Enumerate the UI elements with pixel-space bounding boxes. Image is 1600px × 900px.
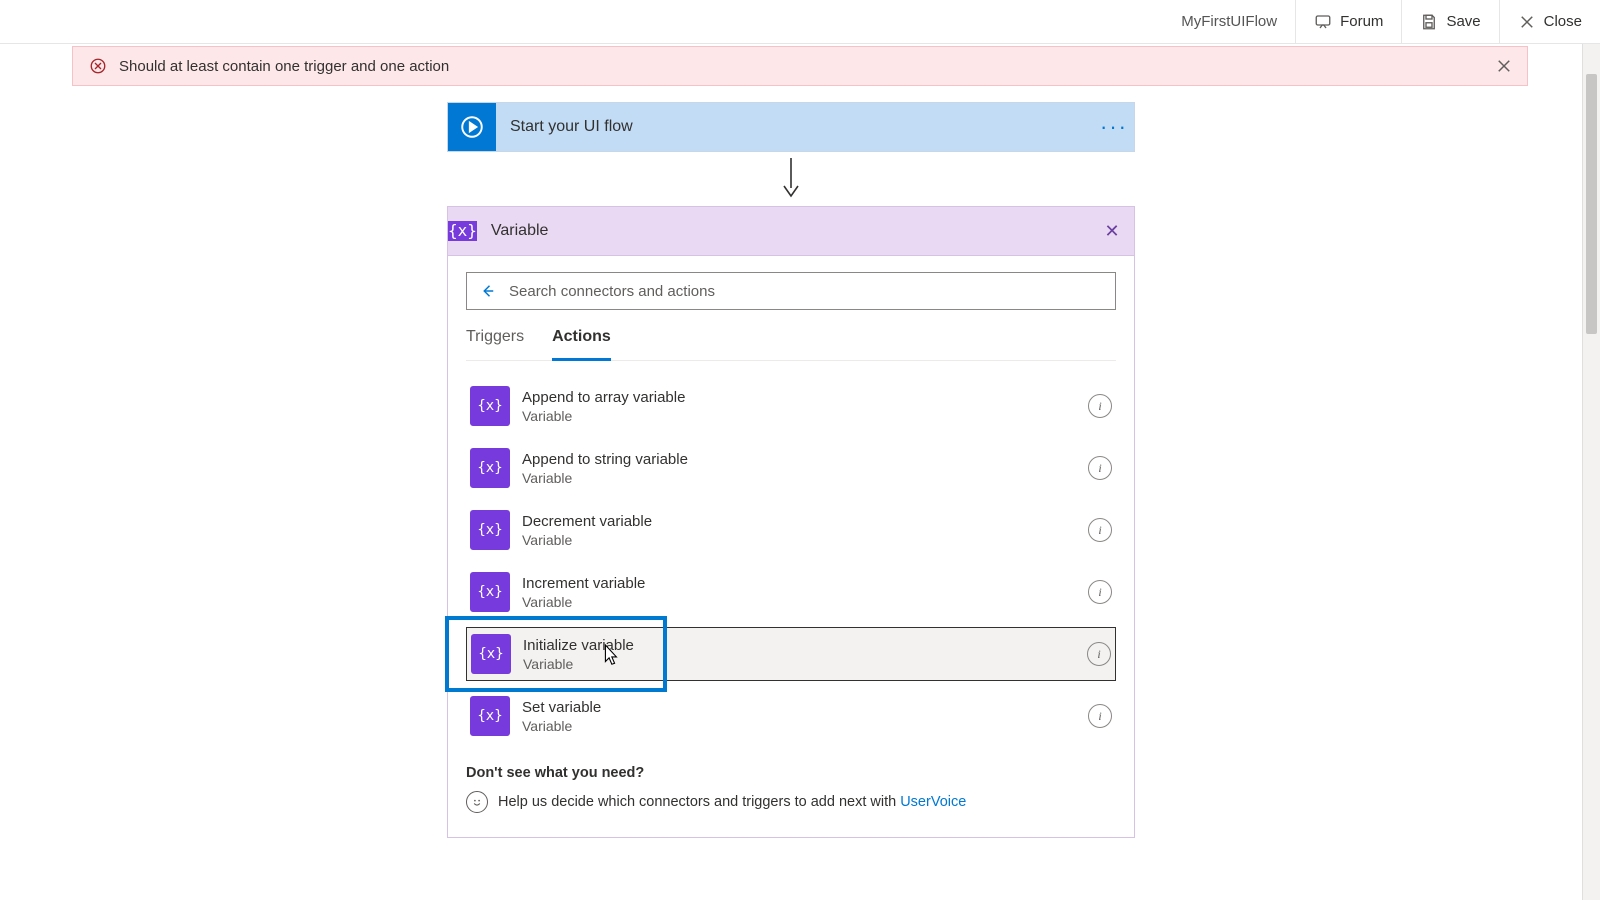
action-append-array[interactable]: {x} Append to array variable Variable i [466,379,1116,433]
trigger-more-button[interactable]: ··· [1094,114,1134,140]
trigger-card[interactable]: Start your UI flow ··· [447,102,1135,152]
top-toolbar: MyFirstUIFlow Forum Save Close [0,0,1600,44]
info-icon[interactable]: i [1088,394,1112,418]
action-title: Set variable [522,699,1088,716]
action-decrement[interactable]: {x} Decrement variable Variable i [466,503,1116,557]
flow-name-label: MyFirstUIFlow [1181,13,1295,30]
close-icon [1518,13,1536,31]
variable-icon: {x} [470,696,510,736]
info-icon[interactable]: i [1088,456,1112,480]
chat-icon [1314,13,1332,31]
play-icon [448,103,496,151]
action-sub: Variable [522,594,1088,610]
variable-panel-title: Variable [477,222,1090,240]
close-button-label: Close [1544,13,1582,30]
info-icon[interactable]: i [1088,704,1112,728]
vertical-scrollbar[interactable] [1582,44,1600,900]
action-set[interactable]: {x} Set variable Variable i [466,689,1116,743]
variable-icon: {x} [470,448,510,488]
action-title: Append to string variable [522,451,1088,468]
validation-banner: Should at least contain one trigger and … [72,46,1528,86]
banner-close-button[interactable] [1495,57,1513,75]
action-sub: Variable [522,718,1088,734]
error-icon [89,57,107,75]
variable-icon: {x} [470,510,510,550]
tab-triggers[interactable]: Triggers [466,328,524,360]
variable-icon: {x} [470,572,510,612]
flow-arrow-connector [447,152,1135,206]
tab-actions[interactable]: Actions [552,328,611,361]
variable-icon: {x} [448,221,477,241]
forum-button-label: Forum [1340,13,1383,30]
action-title: Append to array variable [522,389,1088,406]
action-sub: Variable [522,408,1088,424]
action-initialize[interactable]: {x} Initialize variable Variable i [466,627,1116,681]
search-input[interactable] [503,283,1109,300]
variable-panel-close-button[interactable]: ✕ [1090,221,1134,242]
actions-list: {x} Append to array variable Variable i … [466,379,1116,743]
action-sub: Variable [523,656,1087,672]
action-sub: Variable [522,532,1088,548]
panel-tabs: Triggers Actions [466,328,1116,361]
info-icon[interactable]: i [1087,642,1111,666]
variable-icon: {x} [470,386,510,426]
variable-icon: {x} [471,634,511,674]
trigger-title: Start your UI flow [496,118,1094,136]
flow-canvas: Start your UI flow ··· {x} Variable ✕ [0,90,1582,900]
action-increment[interactable]: {x} Increment variable Variable i [466,565,1116,619]
help-footer: Don't see what you need? Help us decide … [466,765,1116,813]
action-title: Decrement variable [522,513,1088,530]
save-icon [1420,13,1438,31]
back-arrow-icon[interactable] [473,282,503,300]
scrollbar-thumb[interactable] [1586,74,1597,334]
variable-panel-body: Triggers Actions {x} Append to array var… [447,256,1135,838]
close-button[interactable]: Close [1499,0,1600,43]
forum-button[interactable]: Forum [1295,0,1401,43]
search-box[interactable] [466,272,1116,310]
validation-message: Should at least contain one trigger and … [119,58,449,75]
save-button-label: Save [1446,13,1480,30]
variable-panel-header: {x} Variable ✕ [447,206,1135,256]
action-title: Increment variable [522,575,1088,592]
info-icon[interactable]: i [1088,518,1112,542]
smiley-icon [466,791,488,813]
action-title: Initialize variable [523,637,1087,654]
info-icon[interactable]: i [1088,580,1112,604]
action-sub: Variable [522,470,1088,486]
save-button[interactable]: Save [1401,0,1498,43]
action-append-string[interactable]: {x} Append to string variable Variable i [466,441,1116,495]
uservoice-link[interactable]: UserVoice [900,794,966,810]
help-question: Don't see what you need? [466,765,1116,781]
help-text: Help us decide which connectors and trig… [498,794,966,810]
